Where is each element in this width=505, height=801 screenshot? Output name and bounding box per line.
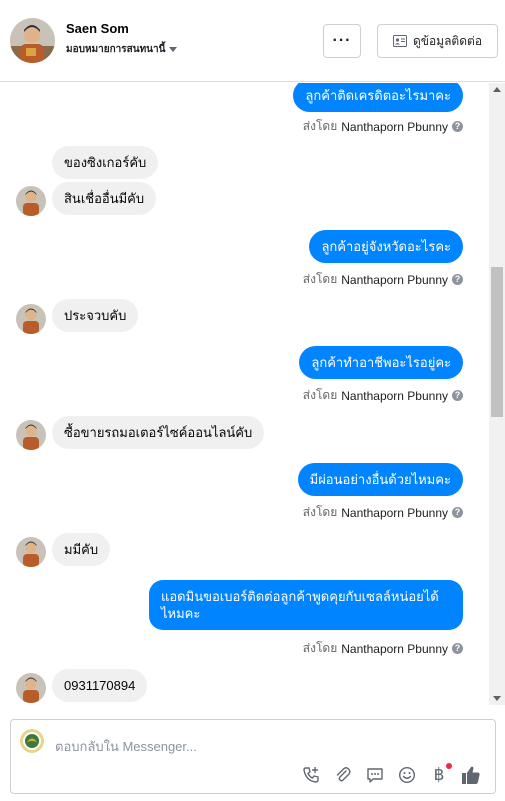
info-icon[interactable]: ?: [452, 274, 463, 285]
call-add-icon: [303, 767, 319, 783]
sent-by-label: ส่งโดย Nanthaporn Pbunny ?: [303, 270, 463, 289]
more-button[interactable]: ···: [323, 24, 361, 58]
sent-by-label: ส่งโดย Nanthaporn Pbunny ?: [303, 386, 463, 405]
view-contact-label: ดูข้อมูลติดต่อ: [412, 33, 483, 48]
composer-toolbar: ฿: [295, 763, 487, 787]
sender-name[interactable]: Nanthaporn Pbunny: [341, 389, 448, 403]
like-button[interactable]: [455, 763, 487, 787]
sender-name[interactable]: Nanthaporn Pbunny: [341, 273, 448, 287]
view-contact-button[interactable]: ดูข้อมูลติดต่อ: [377, 24, 498, 58]
message-bubble-outgoing[interactable]: ลูกค้าติดเครดิตอะไรมาคะ: [293, 83, 463, 112]
message-bubble-outgoing[interactable]: ลูกค้าอยู่จังหวัดอะไรคะ: [309, 230, 463, 263]
message-bubble-outgoing[interactable]: แอดมินขอเบอร์ติดต่อลูกค้าพูดคุยกับเซลล์ห…: [149, 580, 463, 630]
contact-avatar-small: [16, 673, 46, 703]
contact-avatar-small: [16, 304, 46, 334]
like-icon: [462, 766, 480, 784]
page-avatar: [20, 729, 44, 753]
scrollbar-thumb[interactable]: [491, 267, 503, 417]
reply-input[interactable]: ตอบกลับใน Messenger...: [55, 736, 197, 757]
attach-icon: [336, 767, 351, 782]
message-thread: ลูกค้าติดเครดิตอะไรมาคะ ส่งโดย Nanthapor…: [0, 83, 505, 705]
saved-reply-button[interactable]: [359, 763, 391, 787]
notification-dot: [446, 763, 452, 769]
emoji-icon: [398, 766, 416, 784]
sender-name[interactable]: Nanthaporn Pbunny: [341, 642, 448, 656]
contact-avatar-small: [16, 537, 46, 567]
contact-name[interactable]: Saen Som: [66, 21, 129, 36]
message-bubble-incoming[interactable]: 0931170894: [52, 669, 148, 702]
more-icon: ···: [332, 32, 352, 49]
message-bubble-incoming[interactable]: ซื้อขายรถมอเตอร์ไซค์ออนไลน์คับ: [52, 416, 265, 449]
saved-reply-icon: [367, 768, 383, 783]
conversation-header: Saen Som มอบหมายการสนทนานี้ ··· ดูข้อมูล…: [0, 0, 505, 82]
message-bubble-outgoing[interactable]: ลูกค้าทำอาชีพอะไรอยู่คะ: [299, 346, 463, 379]
message-bubble-incoming[interactable]: สินเชื่ออื่นมีคับ: [52, 182, 157, 215]
sender-name[interactable]: Nanthaporn Pbunny: [341, 506, 448, 520]
baht-icon: ฿: [433, 765, 445, 784]
contact-card-icon: [392, 35, 407, 47]
reply-composer[interactable]: ตอบกลับใน Messenger... ฿: [10, 719, 496, 794]
message-bubble-incoming[interactable]: ของซิงเกอร์คับ: [52, 146, 159, 179]
message-bubble-incoming[interactable]: ประจวบคับ: [52, 299, 139, 332]
sent-by-label: ส่งโดย Nanthaporn Pbunny ?: [303, 117, 463, 136]
assign-conversation-dropdown[interactable]: มอบหมายการสนทนานี้: [66, 42, 178, 57]
caret-down-icon: [169, 47, 178, 52]
scroll-down-arrow-icon[interactable]: [493, 696, 501, 701]
sent-by-label: ส่งโดย Nanthaporn Pbunny ?: [303, 503, 463, 522]
payment-button[interactable]: ฿: [423, 763, 455, 787]
message-bubble-outgoing[interactable]: มีผ่อนอย่างอื่นด้วยไหมคะ: [297, 463, 463, 496]
info-icon[interactable]: ?: [452, 390, 463, 401]
message-bubble-incoming[interactable]: มมีคับ: [52, 533, 111, 566]
attach-button[interactable]: [327, 763, 359, 787]
info-icon[interactable]: ?: [452, 121, 463, 132]
emoji-button[interactable]: [391, 763, 423, 787]
assign-label: มอบหมายการสนทนานี้: [66, 44, 166, 55]
thread-scrollbar[interactable]: [489, 83, 505, 705]
info-icon[interactable]: ?: [452, 643, 463, 654]
call-add-button[interactable]: [295, 763, 327, 787]
info-icon[interactable]: ?: [452, 507, 463, 518]
sent-by-label: ส่งโดย Nanthaporn Pbunny ?: [303, 639, 463, 658]
contact-avatar-small: [16, 186, 46, 216]
sender-name[interactable]: Nanthaporn Pbunny: [341, 120, 448, 134]
contact-avatar[interactable]: [10, 18, 55, 63]
scroll-up-arrow-icon[interactable]: [493, 87, 501, 92]
contact-avatar-small: [16, 420, 46, 450]
